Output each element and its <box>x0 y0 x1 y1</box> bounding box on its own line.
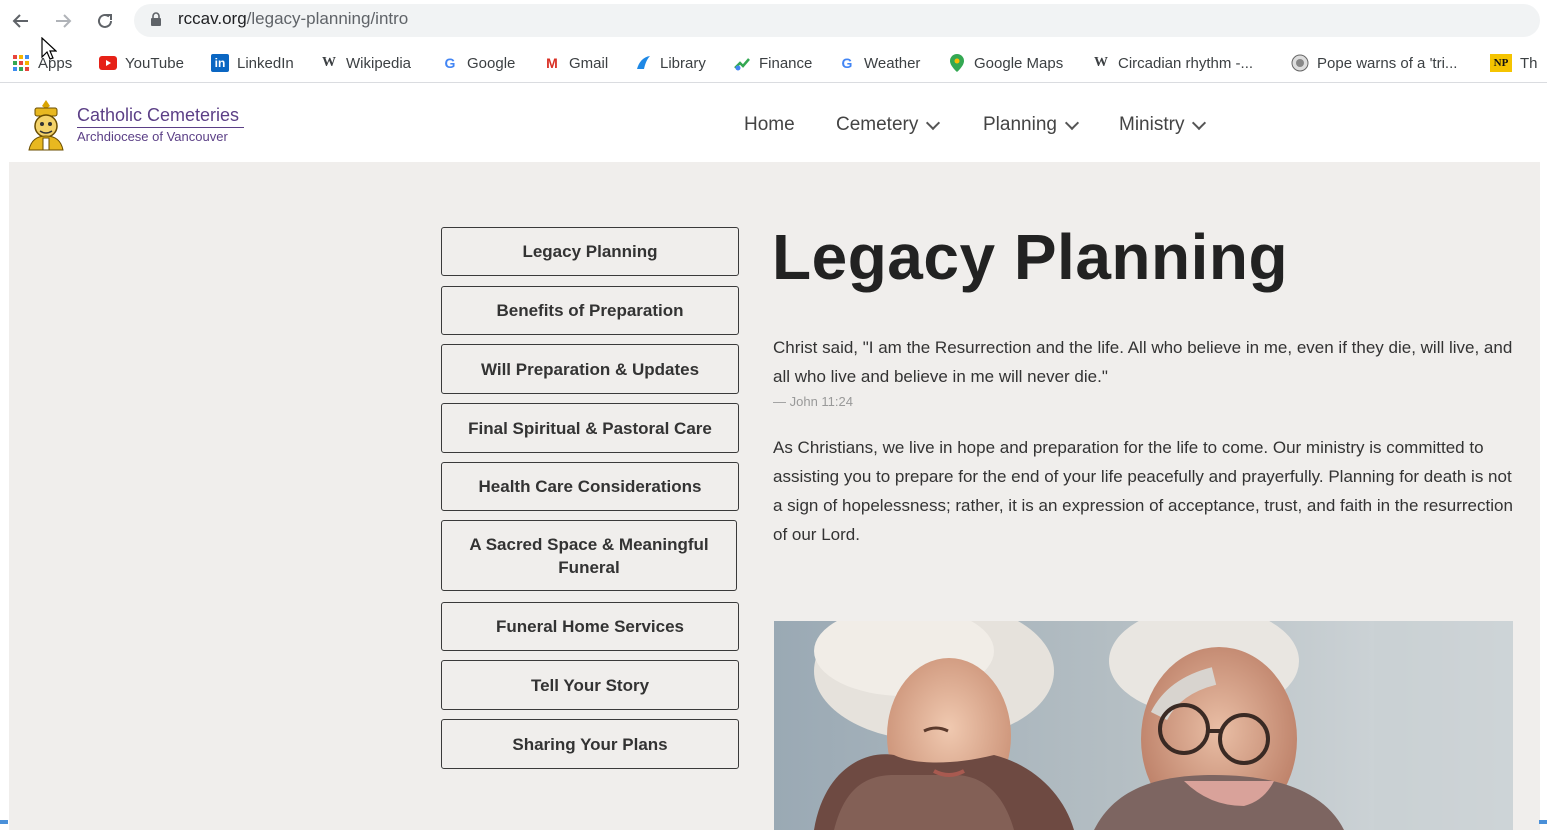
finance-icon <box>733 54 751 72</box>
bookmark-label: Wikipedia <box>346 54 412 72</box>
site-header: Catholic Cemeteries Archdiocese of Vanco… <box>9 87 1540 162</box>
sidebar-sharing-your-plans[interactable]: Sharing Your Plans <box>441 719 739 769</box>
sidebar-will-preparation[interactable]: Will Preparation & Updates <box>441 344 739 394</box>
reload-icon[interactable] <box>92 8 118 34</box>
gmail-icon: M <box>546 55 558 71</box>
bookmark-pope-news[interactable]: Pope warns of a 'tri... <box>1291 52 1457 74</box>
news-icon <box>1291 54 1309 72</box>
brand-subtitle: Archdiocese of Vancouver <box>77 129 228 144</box>
bookmark-google-maps[interactable]: Google Maps <box>948 52 1063 74</box>
page-title: Legacy Planning <box>772 221 1289 293</box>
apps-grid-icon <box>12 54 30 72</box>
url-text[interactable]: rccav.org/legacy-planning/intro <box>178 9 408 29</box>
youtube-icon <box>99 54 117 72</box>
bookmarks-bar: Apps YouTube in LinkedIn W Wikipedia G G… <box>0 44 1547 83</box>
bookmark-library[interactable]: Library <box>634 52 706 74</box>
np-icon: NP <box>1490 54 1512 72</box>
nav-home[interactable]: Home <box>744 114 795 136</box>
bookmark-label: Pope warns of a 'tri... <box>1317 54 1458 72</box>
bookmark-finance[interactable]: Finance <box>733 52 812 74</box>
bookmark-label: Weather <box>864 54 921 72</box>
bookmark-np[interactable]: NP Th <box>1490 52 1538 74</box>
sidebar-health-care[interactable]: Health Care Considerations <box>441 462 739 511</box>
sidebar-legacy-planning[interactable]: Legacy Planning <box>441 227 739 276</box>
sidebar-sacred-space-funeral[interactable]: A Sacred Space & Meaningful Funeral <box>441 520 737 591</box>
bookmark-label: Th <box>1520 54 1538 72</box>
scripture-quote: Christ said, "I am the Resurrection and … <box>773 338 1513 386</box>
nav-planning[interactable]: Planning <box>983 114 1080 136</box>
bookmark-label: YouTube <box>125 54 184 72</box>
bookmark-label: Google Maps <box>974 54 1064 72</box>
bookmark-gmail[interactable]: M Gmail <box>543 52 608 74</box>
chevron-down-icon <box>926 115 941 130</box>
wikipedia-icon: W <box>322 55 336 70</box>
maps-pin-icon <box>948 54 966 72</box>
bookmark-weather[interactable]: G Weather <box>838 52 921 74</box>
google-icon: G <box>841 55 853 71</box>
nav-ministry[interactable]: Ministry <box>1119 114 1207 136</box>
chevron-down-icon <box>1192 115 1207 130</box>
elderly-couple-photo <box>774 621 1513 830</box>
url-path: /legacy-planning/intro <box>246 9 409 28</box>
intro-paragraph: As Christians, we live in hope and prepa… <box>773 438 1513 544</box>
bookmark-wikipedia[interactable]: W Wikipedia <box>320 52 411 74</box>
url-host: rccav.org <box>178 9 247 28</box>
bookmark-linkedin[interactable]: in LinkedIn <box>211 52 294 74</box>
window-edge-marker <box>0 820 8 824</box>
nav-label: Planning <box>983 114 1057 135</box>
nav-label: Cemetery <box>836 114 919 135</box>
forward-arrow-icon[interactable] <box>50 8 76 34</box>
window-edge-marker <box>1539 820 1547 824</box>
bookmark-label: Circadian rhythm -... <box>1118 54 1254 72</box>
bookmark-google[interactable]: G Google <box>441 52 516 74</box>
page-content: Legacy Planning Benefits of Preparation … <box>9 162 1540 830</box>
back-arrow-icon[interactable] <box>8 8 34 34</box>
nav-label: Ministry <box>1119 114 1185 135</box>
sidebar-final-spiritual-care[interactable]: Final Spiritual & Pastoral Care <box>441 403 739 453</box>
bookmark-youtube[interactable]: YouTube <box>99 52 184 74</box>
google-icon: G <box>444 55 456 71</box>
bookmark-label: Gmail <box>569 54 609 72</box>
sidebar-tell-your-story[interactable]: Tell Your Story <box>441 660 739 710</box>
library-icon <box>634 54 652 72</box>
bookmark-circadian[interactable]: W Circadian rhythm -... <box>1092 52 1253 74</box>
bookmark-label: LinkedIn <box>237 54 294 72</box>
lock-icon <box>151 12 161 26</box>
catholic-cemeteries-logo[interactable] <box>23 98 69 152</box>
nav-label: Home <box>744 114 795 135</box>
brand-name[interactable]: Catholic Cemeteries <box>77 105 239 126</box>
scripture-citation: — John 11:24 <box>773 394 853 409</box>
wikipedia-icon: W <box>1094 55 1108 70</box>
linkedin-icon: in <box>211 54 229 72</box>
browser-toolbar: rccav.org/legacy-planning/intro <box>0 0 1547 42</box>
brand-divider <box>77 127 244 128</box>
bookmark-label: Library <box>660 54 706 72</box>
chevron-down-icon <box>1064 115 1080 130</box>
bookmark-label: Google <box>467 54 516 72</box>
mouse-cursor-icon <box>41 37 57 60</box>
nav-cemetery[interactable]: Cemetery <box>836 114 941 136</box>
sidebar-benefits-of-preparation[interactable]: Benefits of Preparation <box>441 286 739 335</box>
sidebar-funeral-home-services[interactable]: Funeral Home Services <box>441 602 739 651</box>
bookmark-label: Finance <box>759 54 813 72</box>
